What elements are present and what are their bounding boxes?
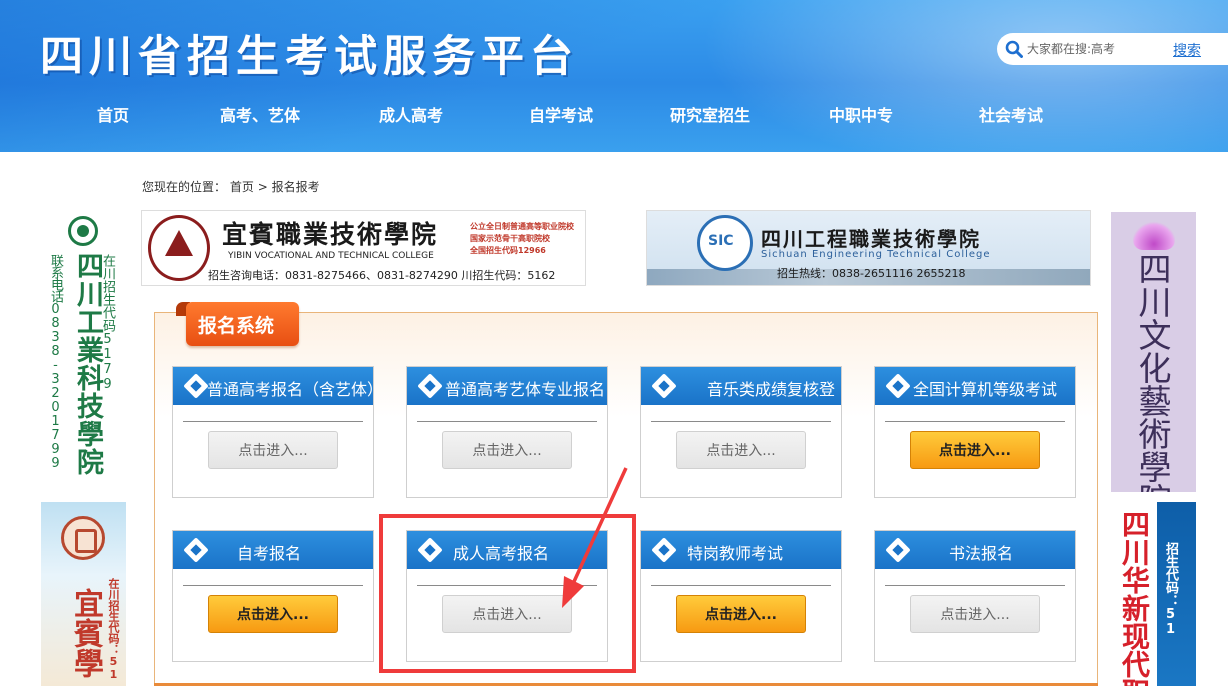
card-gaokao-registration: 普通高考报名（含艺体） 点击进入... [172,366,383,498]
nav-item-social-exam[interactable]: 社会考试 [979,102,1043,126]
enter-button[interactable]: 点击进入... [910,431,1040,469]
card-title: 特岗教师考试 [687,544,784,563]
breadcrumb: 您现在的位置： 首页 > 报名报考 [142,178,320,195]
search-input[interactable] [1027,40,1157,58]
card-header[interactable]: 普通高考报名（含艺体） [173,367,383,405]
diamond-icon [651,537,677,563]
card-header[interactable]: 音乐类成绩复核登 [641,367,841,405]
nav-item-vocational[interactable]: 中职中专 [829,102,893,126]
card-header[interactable]: 普通高考艺体专业报名 [407,367,607,405]
ad-sichuan-industry-tech[interactable]: 联系电话0838-3201799 四川工業科技學院 在川招生代码5179 [48,214,120,484]
nav-item-gaokao[interactable]: 高考、艺体 [220,102,300,126]
breadcrumb-prefix: 您现在的位置： [142,180,227,194]
ad-enroll-code: 招生代码：51 [1163,542,1178,637]
breadcrumb-separator: > [257,180,268,194]
header-glow [640,0,1228,152]
card-divider [183,421,363,422]
diamond-icon [183,537,209,563]
card-title: 音乐类成绩复核登 [707,380,836,399]
ad-college-name: 四川华新现代职 [1118,510,1151,686]
card-special-teacher-exam: 特岗教师考试 点击进入... [640,530,842,662]
college-logo-icon [68,216,98,246]
diamond-icon [885,537,911,563]
card-title: 自考报名 [237,544,302,563]
site-header: 四川省招生考试服务平台 搜索 首页 高考、艺体 成人高考 自学考试 研究室招生 … [0,0,1228,152]
card-divider [885,421,1065,422]
banner-yibin-vocational[interactable]: 宜賓職業技術學院 YIBIN VOCATIONAL AND TECHNICAL … [141,210,586,286]
main-nav: 首页 高考、艺体 成人高考 自学考试 研究室招生 中职中专 社会考试 [0,102,1228,128]
ad-enroll-code: 在川招生代码：51 [107,578,120,681]
site-title[interactable]: 四川省招生考试服务平台 [40,22,579,84]
card-title: 书法报名 [949,544,1014,563]
card-divider [417,421,597,422]
enter-button[interactable]: 点击进入... [910,595,1040,633]
card-title: 普通高考艺体专业报名 [445,380,606,399]
ad-phone: 联系电话0838-3201799 [48,254,63,470]
breadcrumb-current: 报名报考 [271,180,320,194]
banner-tag: 全国招生代码12966 [470,246,546,255]
university-emblem-icon [61,516,105,560]
banner-phone: 招生热线：0838-2651116 2655218 [777,267,966,280]
card-computer-rank-exam: 全国计算机等级考试 点击进入... [874,366,1076,498]
banner-college-en: Sichuan Engineering Technical College [761,249,991,260]
banner-tag: 公立全日制普通高等职业院校 [470,222,574,231]
diamond-icon [651,373,677,399]
banner-phone: 招生咨询电话：0831-8275466、0831-8274290 川招生代码：5… [208,269,556,282]
panel-title-tab: 报名系统 [186,302,299,346]
card-calligraphy-registration: 书法报名 点击进入... [874,530,1076,662]
enter-button[interactable]: 点击进入... [676,431,806,469]
search-box: 搜索 [997,33,1228,65]
nav-item-adult-exam[interactable]: 成人高考 [379,102,443,126]
card-header[interactable]: 自考报名 [173,531,373,569]
search-icon [1005,40,1023,58]
nav-item-graduate[interactable]: 研究室招生 [670,102,750,126]
nav-item-self-study[interactable]: 自学考试 [529,102,593,126]
card-self-study-registration: 自考报名 点击进入... [172,530,374,662]
enter-button[interactable]: 点击进入... [676,595,806,633]
diamond-icon [183,373,209,399]
ad-college-name: 宜賓學 [68,588,103,678]
enter-button[interactable]: 点击进入... [442,431,572,469]
ad-sichuan-huaxin[interactable]: 四川华新现代职 招生代码：51 [1111,502,1196,686]
enter-button[interactable]: 点击进入... [208,431,338,469]
ad-college-name: 四川文化藝術學院 [1133,252,1172,492]
college-badge-icon [148,215,210,281]
panel-title: 报名系统 [198,315,275,337]
card-title: 全国计算机等级考试 [913,380,1058,399]
nav-item-home[interactable]: 首页 [97,102,129,126]
enter-button[interactable]: 点击进入... [208,595,338,633]
lotus-logo-icon [1133,220,1175,250]
card-header[interactable]: 特岗教师考试 [641,531,841,569]
breadcrumb-home[interactable]: 首页 [230,180,254,194]
card-title: 普通高考报名（含艺体） [207,380,384,399]
card-music-score-review: 音乐类成绩复核登 点击进入... [640,366,842,498]
search-button[interactable]: 搜索 [1173,40,1201,60]
banner-college-name: 宜賓職業技術學院 [222,220,439,249]
diamond-icon [417,373,443,399]
college-logo-icon [697,215,753,271]
card-divider [651,585,831,586]
diamond-icon [885,373,911,399]
banner-college-en: YIBIN VOCATIONAL AND TECHNICAL COLLEGE [228,251,434,261]
ad-enroll-code: 在川招生代码5179 [100,254,115,392]
card-header[interactable]: 书法报名 [875,531,1075,569]
banner-sichuan-engineering[interactable]: 四川工程職業技術學院 Sichuan Engineering Technical… [646,210,1091,286]
banner-college-name: 四川工程職業技術學院 [761,227,981,251]
card-divider [183,585,363,586]
card-divider [885,585,1065,586]
annotation-arrow-icon [562,467,628,608]
ad-sichuan-culture-art[interactable]: 四川文化藝術學院 [1111,212,1196,492]
card-header[interactable]: 全国计算机等级考试 [875,367,1075,405]
banner-tag: 国家示范骨干高职院校 [470,234,550,243]
card-divider [651,421,831,422]
ad-yibin-university[interactable]: 在川招生代码：51 宜賓學 [41,502,126,686]
